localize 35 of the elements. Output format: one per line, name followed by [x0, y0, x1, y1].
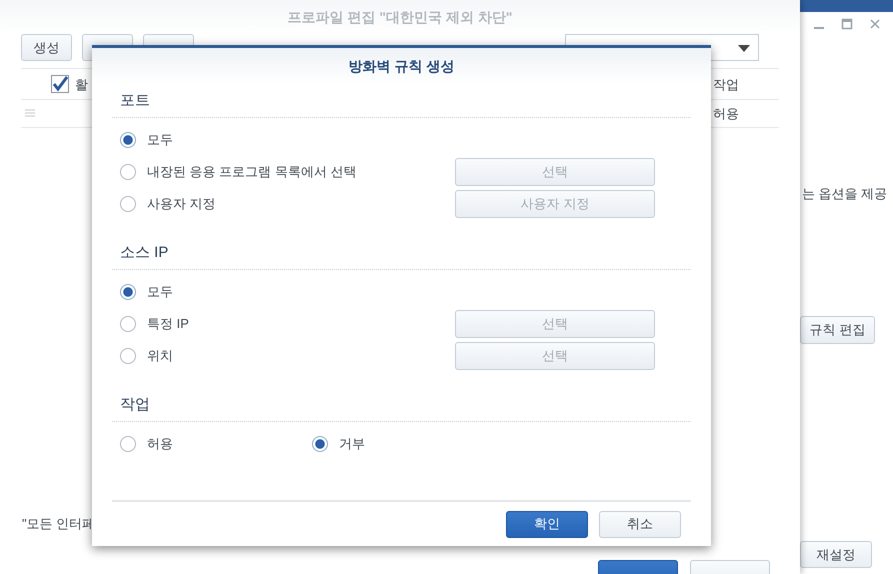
dialog-title: 방화벽 규칙 생성 — [92, 48, 711, 84]
column-header: 활 — [75, 76, 88, 94]
maximize-icon[interactable] — [841, 18, 853, 30]
reset-button[interactable]: 재설정 — [800, 541, 872, 568]
radio-button[interactable] — [120, 196, 136, 212]
section-title: 포트 — [112, 84, 691, 118]
option-label: 내장된 응용 프로그램 목록에서 선택 — [147, 163, 356, 181]
radio-button[interactable] — [120, 164, 136, 180]
column-header: 작업 — [713, 76, 739, 94]
option-label: 사용자 지정 — [147, 195, 216, 213]
table-cell: 허용 — [713, 105, 739, 123]
radio-button[interactable] — [120, 348, 136, 364]
edit-rules-button[interactable]: 규칙 편집 — [800, 316, 875, 344]
option-label: 거부 — [339, 435, 365, 453]
radio-button[interactable] — [120, 436, 136, 452]
create-button[interactable]: 생성 — [21, 34, 72, 61]
option-label: 특정 IP — [147, 315, 189, 333]
cancel-button[interactable]: 취소 — [599, 510, 681, 538]
description-text: 는 옵션을 제공 — [802, 185, 888, 203]
caret-icon — [738, 45, 750, 52]
radio-button[interactable] — [120, 316, 136, 332]
option-label: 모두 — [147, 283, 173, 301]
checkbox[interactable] — [51, 75, 69, 93]
option-label: 위치 — [147, 347, 173, 365]
radio-button[interactable] — [120, 132, 136, 148]
option-label: 모두 — [147, 131, 173, 149]
window-title: 프로파일 편집 "대한민국 제외 차단" — [0, 0, 800, 34]
radio-button[interactable] — [312, 436, 328, 452]
section-title: 작업 — [112, 388, 691, 422]
radio-button[interactable] — [120, 284, 136, 300]
confirm-button[interactable]: 확인 — [506, 510, 588, 538]
drag-handle-icon[interactable] — [25, 109, 35, 117]
section-title: 소스 IP — [112, 236, 691, 270]
close-icon[interactable] — [869, 18, 881, 30]
option-label: 허용 — [147, 435, 173, 453]
